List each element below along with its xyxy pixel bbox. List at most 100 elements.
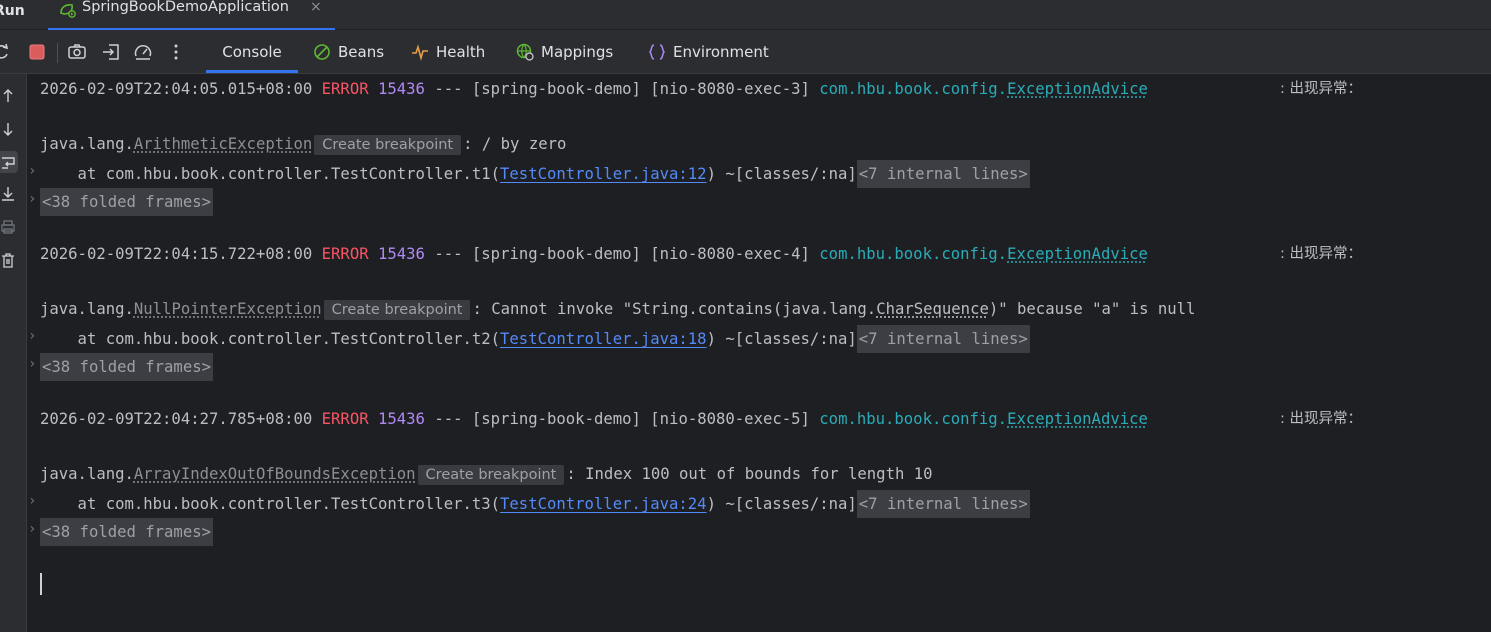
print-icon[interactable] [0,219,16,235]
console-output[interactable]: 2026-02-09T22:04:05.015+08:00 ERROR 1543… [28,74,1491,632]
source-link[interactable]: TestController.java:12 [500,165,707,183]
run-config-tab-label: SpringBookDemoApplication [82,0,289,15]
tab-console[interactable]: Console [206,30,298,73]
folded-frames-fold[interactable]: <38 folded frames> [40,188,213,216]
internal-lines-fold[interactable]: <7 internal lines> [856,490,1030,518]
camera-icon[interactable] [67,42,87,62]
exception-message: : / by zero [463,135,567,153]
stack-frame-suffix: ) ~[classes/:na] [706,495,857,513]
log-logger-class-link[interactable]: ExceptionAdvice [1007,80,1148,98]
internal-lines-fold[interactable]: <7 internal lines> [856,160,1030,188]
log-message: : 出现异常： [1280,411,1362,427]
soft-wrap-icon [2,157,15,169]
log-thread: [nio-8080-exec-5] [650,410,810,428]
stack-frame-text: at com.hbu.book.controller.TestControlle… [40,165,501,183]
internal-lines-fold[interactable]: <7 internal lines> [856,325,1030,353]
toolbar-separator [57,43,58,63]
log-logger-class-link[interactable]: ExceptionAdvice [1007,410,1148,428]
exit-icon[interactable] [101,42,121,62]
exception-package: java.lang. [40,135,134,153]
exception-class-link[interactable]: ArithmeticException [134,135,312,153]
log-line: 2026-02-09T22:04:27.785+08:00 ERROR 1543… [40,408,1148,430]
folded-frames-line: <38 folded frames> [40,188,213,216]
log-thread: [nio-8080-exec-4] [650,245,810,263]
arrow-down-icon[interactable] [0,121,16,137]
text-caret [40,573,42,595]
folded-frames-fold[interactable]: <38 folded frames> [40,518,213,546]
log-logger-class-link[interactable]: ExceptionAdvice [1007,245,1148,263]
log-thread: [nio-8080-exec-3] [650,80,810,98]
log-logger-package: com.hbu.book.config. [819,80,1008,98]
exception-package: java.lang. [40,465,134,483]
tab-health[interactable]: Health [411,30,485,73]
tab-console-label: Console [222,42,282,61]
chevron-right-icon[interactable]: › [28,188,38,210]
health-icon [412,43,428,61]
log-separator: --- [434,80,463,98]
trash-icon[interactable] [0,252,16,268]
stack-frame-text: at com.hbu.book.controller.TestControlle… [40,330,501,348]
run-window-title: Run [0,3,25,19]
chevron-right-icon[interactable]: › [28,325,38,347]
log-pid: 15436 [378,410,425,428]
log-pid: 15436 [378,245,425,263]
log-message: : 出现异常： [1280,81,1362,97]
log-app: [spring-book-demo] [471,80,641,98]
log-timestamp: 2026-02-09T22:04:27.785+08:00 [40,410,313,428]
stack-frame-line: at com.hbu.book.controller.TestControlle… [40,160,1030,188]
log-pid: 15436 [378,80,425,98]
tab-environment[interactable]: Environment [648,30,769,73]
log-level: ERROR [321,80,369,98]
scroll-to-end-icon[interactable] [0,186,16,202]
tab-mappings-label: Mappings [541,42,614,61]
stack-frame-line: at com.hbu.book.controller.TestControlle… [40,490,1030,518]
log-separator: --- [434,410,463,428]
create-breakpoint-button[interactable]: Create breakpoint [417,465,565,485]
tab-environment-label: Environment [673,42,769,61]
chevron-right-icon[interactable]: › [28,353,38,375]
log-logger-package: com.hbu.book.config. [819,245,1008,263]
log-line: 2026-02-09T22:04:05.015+08:00 ERROR 1543… [40,78,1148,100]
tab-mappings[interactable]: Mappings [516,30,613,73]
run-tab-bar: Run SpringBookDemoApplication × [0,0,1491,30]
run-toolbar: Console Beans Health Mappings Environmen… [0,30,1491,74]
mappings-icon [516,43,534,61]
rerun-icon[interactable] [0,42,12,62]
log-level: ERROR [321,245,369,263]
folded-frames-line: <38 folded frames> [40,518,213,546]
tab-beans[interactable]: Beans [313,30,384,73]
exception-line: java.lang.ArrayIndexOutOfBoundsException… [40,463,933,485]
more-options-icon[interactable] [166,42,186,62]
stack-frame-suffix: ) ~[classes/:na] [706,165,857,183]
source-link[interactable]: TestController.java:18 [500,330,707,348]
chevron-right-icon[interactable]: › [28,160,38,182]
exception-message: : Index 100 out of bounds for length 10 [566,465,933,483]
stop-icon[interactable] [27,42,47,62]
log-line: 2026-02-09T22:04:15.722+08:00 ERROR 1543… [40,243,1148,265]
beans-icon [314,43,330,60]
tab-beans-label: Beans [338,42,385,61]
console-side-toolbar [0,74,27,632]
source-link[interactable]: TestController.java:24 [500,495,707,513]
arrow-up-icon[interactable] [0,88,16,104]
exception-class-link[interactable]: ArrayIndexOutOfBoundsException [134,465,416,483]
chevron-right-icon[interactable]: › [28,518,38,540]
create-breakpoint-button[interactable]: Create breakpoint [314,135,462,155]
stack-frame-text: at com.hbu.book.controller.TestControlle… [40,495,501,513]
log-timestamp: 2026-02-09T22:04:15.722+08:00 [40,245,313,263]
exception-line: java.lang.ArithmeticException Create brea… [40,133,566,155]
folded-frames-fold[interactable]: <38 folded frames> [40,353,213,381]
environment-icon [648,43,666,60]
exception-message-class-link[interactable]: CharSequence [876,300,989,318]
chevron-right-icon[interactable]: › [28,490,38,512]
gauge-icon[interactable] [133,42,153,62]
exception-class-link[interactable]: NullPointerException [134,300,322,318]
tab-health-label: Health [436,42,486,61]
create-breakpoint-button[interactable]: Create breakpoint [323,300,471,320]
log-level: ERROR [321,410,369,428]
log-message: : 出现异常： [1280,246,1362,262]
run-config-tab[interactable]: SpringBookDemoApplication × [48,0,335,30]
close-icon[interactable]: × [310,0,322,15]
spring-boot-icon [60,4,76,18]
soft-wrap-button[interactable] [0,151,18,173]
